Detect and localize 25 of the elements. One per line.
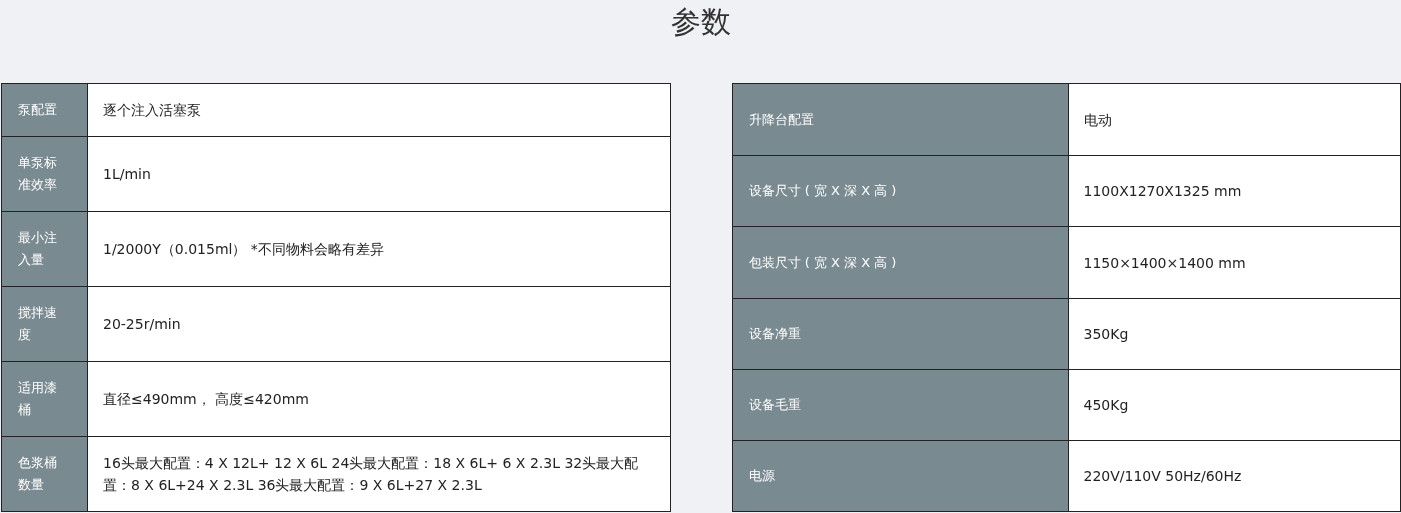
row-value: 16头最大配置：4 X 12L+ 12 X 6L 24头最大配置：18 X 6L+ 6 X 2.3L 32头最大配置：8 X 6L+24 X 2.3L 36头最大配置：9 X 6L+27 X 2.3L	[103, 454, 640, 495]
row-label: 设备尺寸 ( 宽 X 深 X 高 )	[732, 156, 1069, 226]
row-label: 单泵标准效率	[2, 137, 88, 211]
row-value: 直径≤490mm， 高度≤420mm	[103, 390, 309, 409]
page-title: 参数	[670, 3, 731, 41]
row-value: 1100X1270X1325 mm	[1083, 182, 1242, 201]
row-label: 包装尺寸 ( 宽 X 深 X 高 )	[732, 227, 1069, 298]
row-value: 逐个注入活塞泵	[103, 101, 201, 120]
row-value: 20-25r/min	[103, 315, 181, 334]
row-label: 设备毛重	[732, 370, 1069, 440]
row-label: 色浆桶数量	[2, 437, 88, 511]
row-label: 设备净重	[732, 299, 1069, 369]
row-label: 升降台配置	[732, 84, 1069, 155]
row-value: 电动	[1083, 110, 1112, 130]
row-label: 最小注入量	[2, 212, 88, 286]
row-value: 1L/min	[103, 165, 151, 184]
row-label: 电源	[732, 441, 1069, 511]
row-label: 搅拌速度	[2, 287, 88, 361]
row-value: 350Kg	[1083, 325, 1129, 344]
row-value: 1/2000Y（0.015ml） *不同物料会略有差异	[103, 240, 384, 259]
row-label: 泵配置	[2, 84, 88, 136]
row-label: 适用漆桶	[2, 362, 88, 436]
row-value: 220V/110V 50Hz/60Hz	[1083, 467, 1242, 486]
row-value: 450Kg	[1083, 396, 1129, 415]
row-value: 1150×1400×1400 mm	[1083, 253, 1246, 273]
